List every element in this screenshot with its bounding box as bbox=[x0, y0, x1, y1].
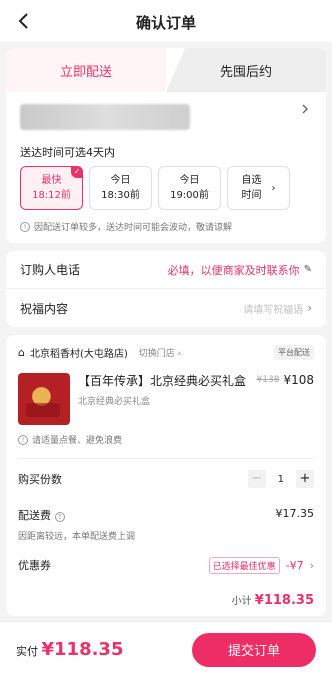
chevron-right-icon bbox=[302, 104, 308, 114]
delivery-fee-label: 配送费 bbox=[18, 509, 51, 522]
pay-label: 实付 bbox=[16, 645, 38, 658]
coupon-label: 优惠券 bbox=[18, 559, 51, 572]
store-name: 北京稻香村(大屯路店) bbox=[29, 348, 128, 360]
slot-self-select[interactable]: 自选 时间 › bbox=[227, 166, 290, 210]
quantity-stepper[interactable]: − 1 + bbox=[247, 470, 314, 488]
quantity-value: 1 bbox=[277, 473, 284, 485]
self-select-line2: 时间 bbox=[241, 190, 262, 201]
chevron-right-icon: › bbox=[309, 558, 314, 572]
delivery-note: ! 因配送订单较多，送达时间可能会波动，敬请谅解 bbox=[6, 218, 326, 243]
slot-day: 今日 bbox=[179, 175, 200, 186]
chevron-right-icon: › bbox=[271, 182, 276, 194]
best-offer-tag: 已选择最佳优惠 bbox=[208, 556, 280, 574]
greeting-input[interactable]: 请填写祝福语 › bbox=[243, 301, 312, 316]
slot-fastest[interactable]: ✓ 最快 18:12前 bbox=[20, 166, 83, 210]
switch-store-link[interactable]: 切换门店 › bbox=[139, 346, 181, 359]
delivery-window-title: 送达时间可选4天内 bbox=[6, 140, 326, 166]
blurred-address bbox=[20, 104, 190, 130]
slot-day: 最快 bbox=[41, 175, 62, 186]
info-icon: ! bbox=[20, 221, 30, 232]
check-icon: ✓ bbox=[71, 166, 83, 178]
coupon-value: -¥7 bbox=[285, 558, 304, 572]
quantity-row: 购买份数 − 1 + bbox=[6, 459, 326, 499]
phone-input[interactable]: 必填，以便商家及时联系你 ✎ bbox=[168, 262, 312, 278]
product-item[interactable]: 【百年传承】北京经典必买礼盒 ¥138 ¥108 北京经典必买礼盒 bbox=[6, 369, 326, 433]
delivery-mode-tabs: 立即配送 先囤后约 bbox=[6, 48, 326, 92]
checkout-bar: 实付 ¥118.35 提交订单 bbox=[0, 621, 332, 677]
store-icon: ⌂ bbox=[18, 345, 25, 359]
slot-time: 18:12前 bbox=[32, 190, 71, 201]
self-select-line1: 自选 bbox=[241, 175, 262, 186]
edit-pen-icon: ✎ bbox=[303, 264, 312, 275]
greeting-label: 祝福内容 bbox=[20, 301, 69, 316]
store-row: ⌂ 北京稻香村(大屯路店) 切换门店 › 平台配送 bbox=[6, 335, 326, 369]
tab-instant-delivery[interactable]: 立即配送 bbox=[6, 48, 166, 92]
platform-delivery-badge: 平台配送 bbox=[274, 344, 314, 360]
submit-order-button[interactable]: 提交订单 bbox=[192, 632, 316, 667]
portion-tip-text: 请适量点餐、避免浪费 bbox=[32, 436, 123, 446]
delivery-fee-row: 配送费 ? ¥17.35 因距离较远，本单配送费上调 bbox=[6, 499, 326, 542]
subtotal: 小计 ¥118.35 bbox=[6, 588, 326, 614]
address-row[interactable] bbox=[6, 92, 326, 140]
quantity-label: 购买份数 bbox=[18, 473, 62, 486]
product-price: ¥108 bbox=[283, 373, 314, 387]
top-bar: 确认订单 bbox=[0, 0, 332, 42]
delivery-fee-value: ¥17.35 bbox=[275, 507, 315, 520]
product-subtitle: 北京经典必买礼盒 bbox=[78, 397, 151, 407]
greeting-row[interactable]: 祝福内容 请填写祝福语 › bbox=[6, 289, 326, 327]
subtotal-value: ¥118.35 bbox=[254, 593, 314, 608]
slot-day: 今日 bbox=[110, 175, 131, 186]
product-title: 【百年传承】北京经典必买礼盒 bbox=[78, 374, 247, 388]
tab-stock-first[interactable]: 先囤后约 bbox=[166, 48, 326, 92]
phone-label: 订购人电话 bbox=[20, 263, 81, 277]
portion-tip: ! 请适量点餐、避免浪费 bbox=[6, 433, 326, 458]
original-price: ¥138 bbox=[256, 375, 280, 385]
delivery-note-text: 因配送订单较多，送达时间可能会波动，敬请谅解 bbox=[34, 223, 233, 233]
delivery-slots: ✓ 最快 18:12前 今日 18:30前 今日 19:00前 自选 时间 › bbox=[6, 166, 326, 218]
subtotal-label: 小计 bbox=[231, 596, 252, 607]
slot-time: 19:00前 bbox=[170, 190, 209, 201]
phone-row[interactable]: 订购人电话 必填，以便商家及时联系你 ✎ bbox=[6, 251, 326, 289]
greeting-placeholder: 请填写祝福语 bbox=[243, 304, 304, 316]
slot-1830[interactable]: 今日 18:30前 bbox=[89, 166, 152, 210]
increment-button[interactable]: + bbox=[296, 470, 314, 488]
chevron-right-icon: › bbox=[307, 301, 312, 315]
page-title: 确认订单 bbox=[135, 14, 196, 32]
phone-hint: 必填，以便商家及时联系你 bbox=[167, 263, 300, 277]
slot-1900[interactable]: 今日 19:00前 bbox=[158, 166, 221, 210]
coupon-row[interactable]: 优惠券 已选择最佳优惠 -¥7 › bbox=[6, 542, 326, 588]
product-image[interactable] bbox=[18, 373, 70, 425]
slot-time: 18:30前 bbox=[101, 190, 140, 201]
order-items-card: ⌂ 北京稻香村(大屯路店) 切换门店 › 平台配送 【百年传承】北京经典必买礼盒… bbox=[6, 335, 326, 616]
decrement-button[interactable]: − bbox=[247, 470, 266, 488]
pay-value: ¥118.35 bbox=[41, 639, 124, 660]
order-form-card: 订购人电话 必填，以便商家及时联系你 ✎ 祝福内容 请填写祝福语 › bbox=[6, 251, 326, 327]
delivery-fee-note: 因距离较远，本单配送费上调 bbox=[18, 532, 136, 542]
help-icon[interactable]: ? bbox=[54, 512, 65, 522]
info-icon: ! bbox=[18, 434, 28, 445]
pay-amount: 实付 ¥118.35 bbox=[16, 639, 123, 660]
